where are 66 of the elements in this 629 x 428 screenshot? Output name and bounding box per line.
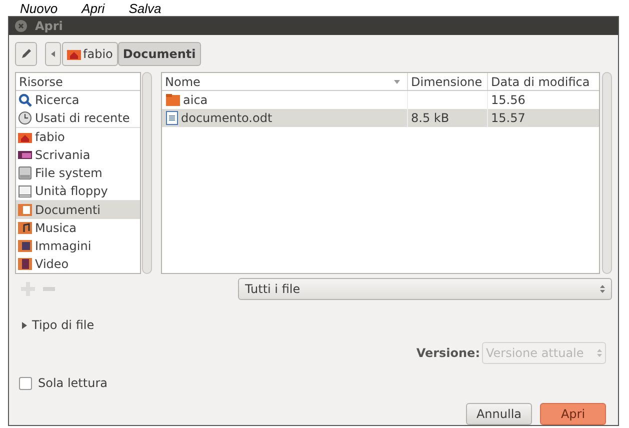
pictures-folder-icon [18, 239, 32, 253]
column-header[interactable]: Data di modifica [487, 73, 599, 90]
music-folder-icon [18, 221, 32, 235]
file-size: 8.5 kB [411, 110, 450, 127]
place-item[interactable]: fabio [16, 128, 140, 146]
file-name: documento.odt [181, 110, 272, 127]
spin-arrows-icon [597, 348, 602, 358]
file-modified: 15.57 [491, 110, 526, 127]
version-dropdown: Versione attuale [482, 342, 606, 364]
column-header[interactable]: Dimensione [407, 73, 487, 90]
clock-icon [18, 111, 32, 125]
version-label: Versione: [416, 345, 480, 362]
place-label: fabio [35, 129, 65, 146]
cancel-button[interactable]: Annulla [466, 403, 532, 425]
place-label: Immagini [35, 238, 92, 255]
place-label: Ricerca [35, 92, 80, 109]
file-filter-dropdown[interactable]: Tutti i file [238, 278, 612, 300]
left-arrow-icon [50, 50, 56, 56]
close-icon[interactable] [15, 20, 27, 32]
background-toolbar-label: Salva [128, 1, 162, 16]
file-type-expander[interactable]: Tipo di file [21, 316, 94, 334]
scrollbar[interactable] [602, 72, 612, 274]
home-folder-icon [18, 130, 32, 144]
path-button[interactable]: fabio [62, 42, 118, 66]
scrollbar[interactable] [142, 72, 152, 274]
document-icon [166, 111, 178, 125]
place-item[interactable]: Unità floppy [16, 182, 140, 200]
place-label: Usati di recente [35, 110, 130, 127]
sort-arrow-icon [394, 80, 400, 84]
edit-location-button[interactable] [15, 42, 37, 66]
file-row[interactable]: documento.odt 8.5 kB 15.57 [162, 109, 599, 127]
folder-icon [166, 94, 180, 106]
window-title: Apri [35, 18, 63, 35]
checkbox[interactable] [19, 376, 32, 390]
file-name: aica [183, 92, 208, 109]
read-only-checkbox[interactable]: Sola lettura [19, 374, 108, 392]
place-item[interactable]: Scrivania [16, 146, 140, 164]
place-item[interactable]: Video [16, 255, 140, 273]
place-item[interactable]: Musica [16, 219, 140, 237]
search-icon [18, 93, 32, 107]
place-label: Musica [35, 220, 76, 237]
column-header[interactable]: Nome [162, 73, 407, 90]
drive-icon [18, 166, 32, 180]
file-modified: 15.56 [491, 92, 526, 109]
place-label: Scrivania [35, 147, 90, 164]
floppy-drive-icon [18, 184, 32, 198]
place-item[interactable]: Documenti [16, 201, 140, 219]
pencil-icon [20, 48, 32, 60]
place-label: Documenti [35, 202, 101, 219]
documents-folder-icon [18, 203, 32, 217]
place-item[interactable]: Usati di recente [16, 109, 140, 127]
column-header: Risorse [16, 73, 140, 91]
place-item[interactable]: Ricerca [16, 91, 140, 109]
open-button[interactable]: Apri [540, 403, 606, 425]
place-label: Unità floppy [35, 183, 108, 200]
background-toolbar-label: Nuovo [20, 1, 58, 16]
film-folder-icon [18, 257, 32, 271]
place-item[interactable]: File system [16, 164, 140, 182]
background-toolbar-label: Apri [82, 1, 105, 16]
place-label: Video [35, 256, 69, 273]
place-label: File system [35, 165, 102, 182]
path-button[interactable]: Documenti [118, 42, 201, 66]
spin-arrows-icon [600, 284, 605, 294]
desktop-icon [18, 148, 32, 162]
place-item[interactable]: Immagini [16, 237, 140, 255]
path-back-button[interactable] [45, 42, 61, 66]
